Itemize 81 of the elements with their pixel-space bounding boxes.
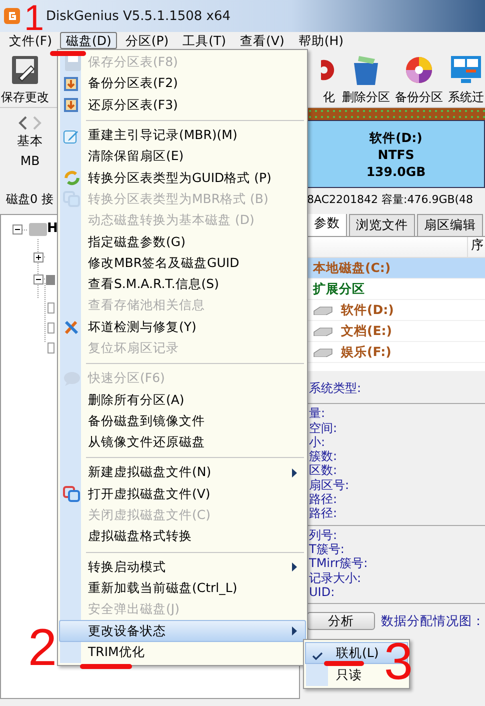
- toolbar-button[interactable]: 备份分区: [394, 49, 444, 107]
- save-icon: [10, 54, 40, 86]
- field-label: 簇数:: [309, 449, 338, 464]
- toolbar-button[interactable]: 删除分区: [341, 49, 391, 107]
- tab[interactable]: 浏览文件: [349, 214, 415, 236]
- window-title: DiskGenius V5.5.1.1508 x64: [46, 8, 231, 24]
- menu-item[interactable]: 更改设备状态: [59, 620, 306, 642]
- annotation-number: 2: [28, 622, 57, 674]
- field-label: UID:: [309, 584, 336, 600]
- highlight-underline: [50, 51, 86, 56]
- refresh-icon: [63, 169, 81, 188]
- menu-item[interactable]: TRIM优化: [59, 642, 306, 664]
- partition-name[interactable]: 软件(D:): [341, 302, 394, 318]
- partition-name[interactable]: 文档(E:): [341, 322, 392, 340]
- partition-block[interactable]: 软件(D:) NTFS 139.0GB: [307, 120, 485, 188]
- partition-name[interactable]: 娱乐(F:): [341, 344, 392, 360]
- menu-item[interactable]: 虚拟磁盘格式转换: [59, 526, 306, 548]
- menu-item[interactable]: 删除所有分区(A): [59, 389, 306, 411]
- menu-item[interactable]: 还原分区表(F3): [59, 94, 306, 116]
- tab[interactable]: 参数: [307, 214, 347, 236]
- disk-type-label: 基本: [17, 133, 43, 150]
- disk-info-text: 磁盘0 接: [6, 190, 54, 208]
- menu-item[interactable]: 帮助(H): [292, 32, 350, 49]
- column-header[interactable]: 序: [467, 237, 485, 257]
- field-label: 系统类型:: [309, 381, 362, 396]
- field-label: 空间:: [309, 420, 338, 435]
- menu-item[interactable]: 查看S.M.A.R.T.信息(S): [59, 274, 306, 296]
- app-logo-icon: [4, 8, 20, 24]
- field-label: TMirr簇号:: [309, 556, 369, 571]
- menu-item[interactable]: 重建主引导记录(MBR)(M): [59, 124, 306, 146]
- edit-icon: [63, 128, 79, 144]
- field-label: 路径:: [309, 506, 338, 521]
- menu-item[interactable]: 分区(P): [119, 32, 175, 49]
- allocation-label: 数据分配情况图：: [381, 612, 485, 630]
- menu-item[interactable]: 转换分区表类型为GUID格式 (P): [59, 167, 306, 189]
- disk-capacity-text: 8AC2201842 容量:476.9GB(48: [307, 192, 474, 206]
- field-label: 小:: [309, 434, 326, 450]
- drive-icon: [313, 305, 333, 315]
- menu-item[interactable]: 查看(V): [234, 32, 290, 49]
- analyze-button[interactable]: 分析: [307, 612, 375, 630]
- field-label: T簇号:: [309, 542, 346, 556]
- menu-item[interactable]: 坏道检测与修复(Y): [59, 316, 306, 338]
- drive-icon: [313, 326, 333, 336]
- toolbar-button[interactable]: 化: [320, 49, 338, 107]
- field-label: 路径:: [309, 492, 338, 506]
- menu-item[interactable]: 备份分区表(F2): [59, 73, 306, 95]
- drive-icon: [313, 347, 333, 357]
- menu-item[interactable]: 打开虚拟磁盘文件(V): [59, 484, 306, 505]
- copy-icon: [63, 485, 81, 504]
- highlight-underline: [80, 664, 132, 669]
- partition-name[interactable]: 扩展分区: [313, 280, 365, 298]
- toolbar-button[interactable]: 系统迁: [447, 49, 485, 107]
- disk-style-label: MB: [20, 153, 40, 168]
- pie-icon: [404, 54, 434, 86]
- menu-item[interactable]: 从镜像文件还原磁盘: [59, 432, 306, 454]
- menu-item[interactable]: 转换启动模式: [59, 556, 306, 578]
- trash-icon: [351, 54, 381, 86]
- menu-item[interactable]: 备份磁盘到镜像文件: [59, 410, 306, 432]
- toolbar-button[interactable]: 保存更改: [0, 49, 50, 107]
- field-label: 列号:: [309, 528, 338, 542]
- field-label: 量:: [309, 406, 326, 421]
- field-label: 扇区号:: [309, 478, 350, 492]
- menu-item[interactable]: 指定磁盘参数(G): [59, 231, 306, 253]
- table-icon: [63, 97, 79, 114]
- menu-item[interactable]: 磁盘(D): [60, 32, 118, 49]
- tree-node-label[interactable]: H: [47, 221, 58, 236]
- menu-item[interactable]: 工具(T): [176, 32, 232, 49]
- field-label: 区数:: [309, 463, 338, 478]
- menu-item[interactable]: 重新加载当前磁盘(Ctrl_L): [59, 578, 306, 600]
- menu-item[interactable]: 清除保留扇区(E): [59, 146, 306, 168]
- tab[interactable]: 扇区编辑: [417, 214, 483, 236]
- copy-icon: [63, 190, 81, 208]
- table-icon: [63, 76, 79, 92]
- monitor-icon: [449, 54, 483, 86]
- partition-name[interactable]: 本地磁盘(C:): [313, 260, 391, 276]
- field-label: 记录大小:: [309, 570, 362, 585]
- menu-item[interactable]: 新建虚拟磁盘文件(N): [59, 462, 306, 484]
- menu-item[interactable]: 修改MBR签名及磁盘GUID: [59, 252, 306, 274]
- bubble-icon: [63, 370, 81, 388]
- tools-icon: [63, 318, 81, 336]
- highlight-underline: [324, 661, 364, 666]
